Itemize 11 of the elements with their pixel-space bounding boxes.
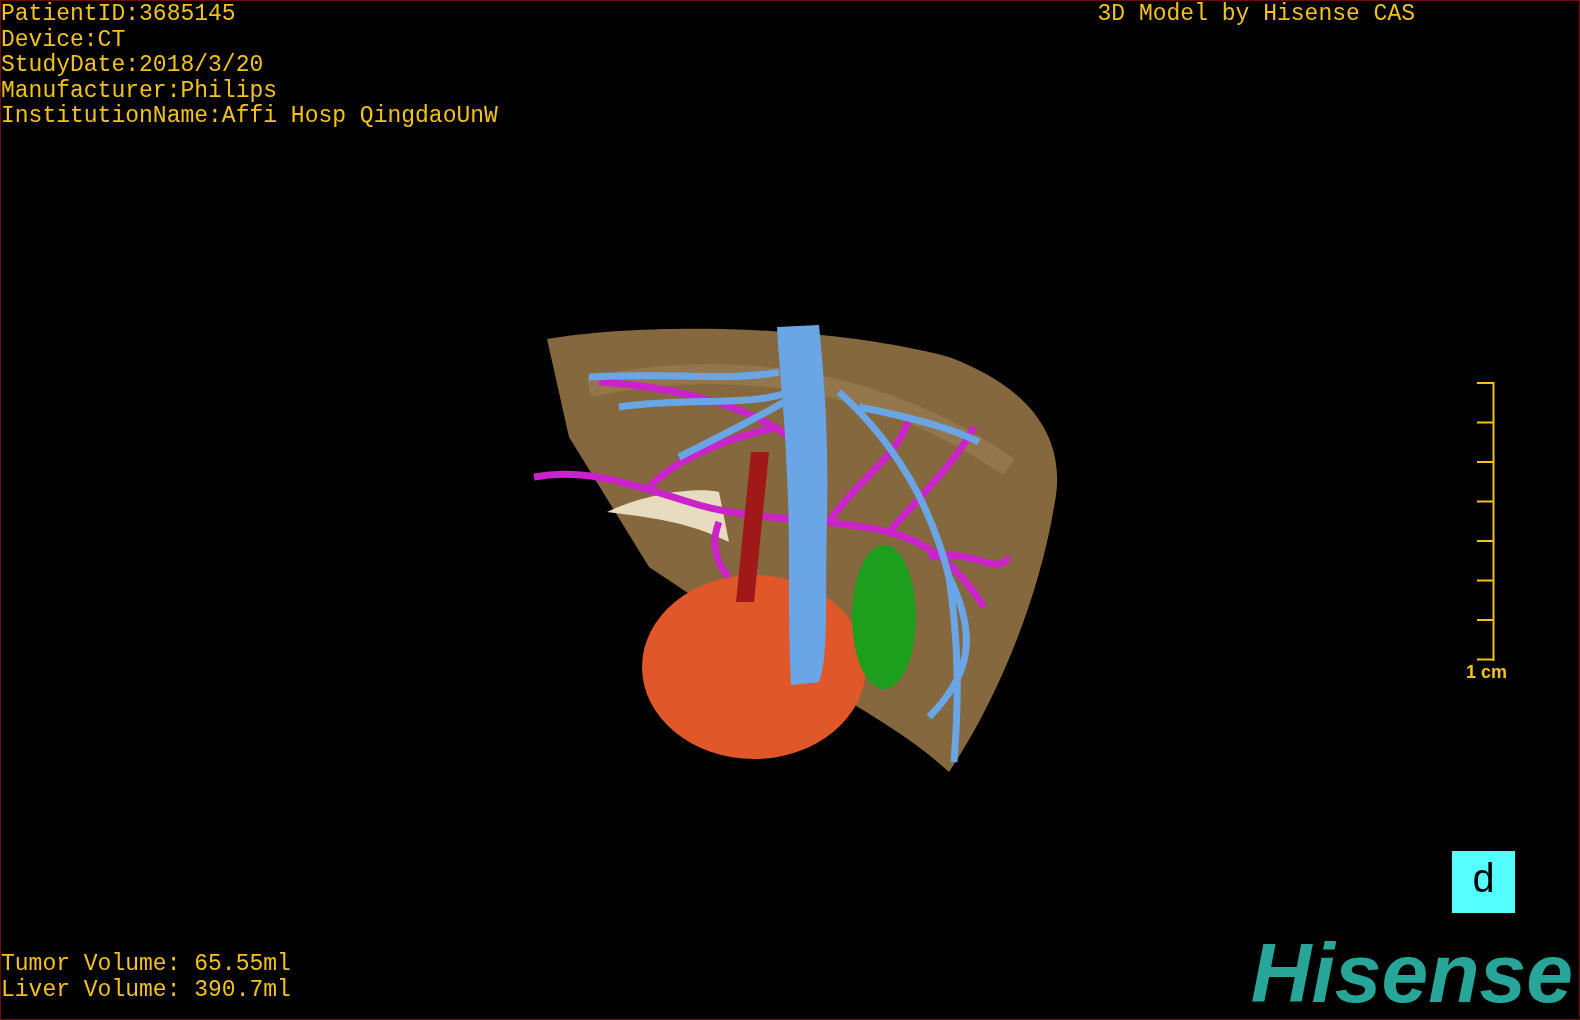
viewer-title: 3D Model by Hisense CAS	[1097, 1, 1416, 29]
study-info-line: Manufacturer:Philips	[1, 78, 279, 104]
view-button[interactable]: d	[1452, 851, 1515, 913]
study-info-line: StudyDate:2018/3/20	[1, 53, 265, 79]
study-info-line: PatientID:3685145	[1, 2, 237, 28]
study-info-line: InstitutionName:Affi Hosp QingdaoUnW	[1, 104, 498, 130]
hisense-logo: Hisense	[1250, 935, 1574, 1019]
volume-reading: Liver Volume: 390.7ml	[1, 977, 291, 1003]
scale-label: 1 cm	[1465, 661, 1507, 682]
volume-reading: Tumor Volume: 65.55ml	[1, 952, 291, 978]
study-info-line: Device:CT	[1, 27, 127, 53]
